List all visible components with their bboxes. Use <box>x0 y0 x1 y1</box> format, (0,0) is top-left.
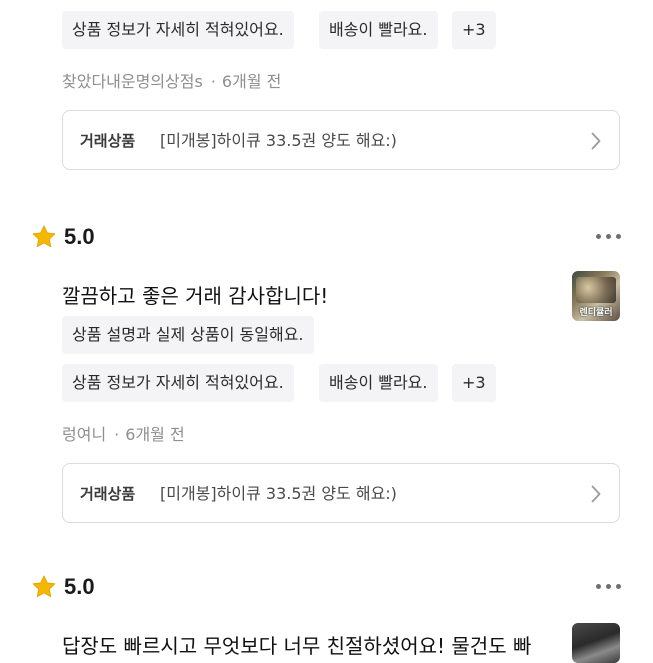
review-text: 깔끔하고 좋은 거래 감사합니다! <box>62 284 329 308</box>
rating-value: 5.0 <box>64 224 95 249</box>
tag-chip: 상품 정보가 자세히 적혀있어요. <box>62 11 294 49</box>
review-card: 5.0 답장도 빠르시고 무엇보다 너무 친절하셨어요! 물건도 빠 <box>0 565 653 663</box>
review-card: 상품 정보가 자세히 적혀있어요. 배송이 빨라요. +3 찾았다내운명의상점s… <box>0 0 653 190</box>
author-name: 렁여니 <box>62 425 107 444</box>
trade-label: 거래상품 <box>80 132 136 150</box>
rating: 5.0 <box>31 222 95 252</box>
chevron-right-icon <box>591 485 601 503</box>
tag-chip: 상품 설명과 실제 상품이 동일해요. <box>62 316 314 354</box>
meta-separator: · <box>114 425 120 444</box>
review-time: 6개월 전 <box>125 425 185 444</box>
chevron-right-icon <box>591 132 601 150</box>
more-tags-chip[interactable]: +3 <box>452 11 496 49</box>
more-icon[interactable] <box>596 584 621 589</box>
tag-chip: 상품 정보가 자세히 적혀있어요. <box>62 364 294 402</box>
review-meta: 렁여니 · 6개월 전 <box>62 421 185 445</box>
star-icon <box>32 575 56 598</box>
trade-item-card[interactable]: 거래상품 [미개봉]하이큐 33.5권 양도 해요:) <box>62 463 620 523</box>
thumbnail-caption: 렌티큘러 <box>579 308 613 318</box>
trade-label: 거래상품 <box>80 485 136 503</box>
product-thumbnail[interactable]: 렌티큘러 <box>572 271 620 321</box>
tag-chip: 배송이 빨라요. <box>319 11 438 49</box>
review-text: 답장도 빠르시고 무엇보다 너무 친절하셨어요! 물건도 빠 <box>62 634 532 658</box>
more-icon[interactable] <box>596 234 621 239</box>
rating-value: 5.0 <box>64 574 95 599</box>
author-name: 찾았다내운명의상점s <box>62 72 203 91</box>
review-card: 5.0 깔끔하고 좋은 거래 감사합니다! 렌티큘러 상품 설명과 실제 상품이… <box>0 215 653 535</box>
rating: 5.0 <box>31 572 95 602</box>
product-thumbnail[interactable] <box>572 623 620 663</box>
star-icon <box>32 225 56 248</box>
tag-chip: 배송이 빨라요. <box>319 364 438 402</box>
trade-item-name: [미개봉]하이큐 33.5권 양도 해요:) <box>160 484 397 503</box>
review-time: 6개월 전 <box>221 72 282 91</box>
more-tags-chip[interactable]: +3 <box>452 364 496 402</box>
review-meta: 찾았다내운명의상점s · 6개월 전 <box>62 68 281 92</box>
meta-separator: · <box>210 72 216 91</box>
trade-item-card[interactable]: 거래상품 [미개봉]하이큐 33.5권 양도 해요:) <box>62 110 620 170</box>
trade-item-name: [미개봉]하이큐 33.5권 양도 해요:) <box>160 131 397 150</box>
